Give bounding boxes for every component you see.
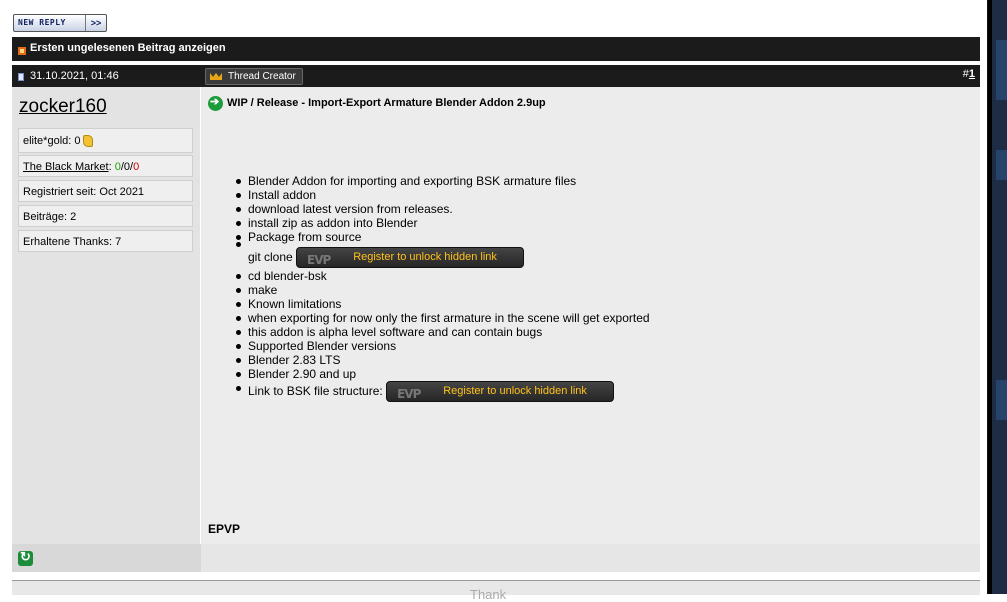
- list-item: Blender 2.83 LTS: [236, 353, 341, 367]
- post-date: 31.10.2021, 01:46: [30, 70, 119, 82]
- list-item: Blender Addon for importing and exportin…: [236, 174, 576, 188]
- username-link[interactable]: zocker160: [19, 96, 107, 118]
- black-market-link[interactable]: The Black Market: [23, 161, 109, 173]
- post-footer: [12, 544, 980, 572]
- list-item: install zip as addon into Blender: [236, 216, 417, 230]
- hidden-link-label: Register to unlock hidden link: [443, 385, 587, 398]
- first-unread-link[interactable]: Ersten ungelesenen Beitrag anzeigen: [30, 42, 226, 54]
- post-header: 31.10.2021, 01:46 Thread Creator #1: [12, 65, 980, 87]
- list-item: download latest version from releases.: [236, 202, 453, 216]
- post-footer-actions: [201, 544, 980, 572]
- list-item: Install addon: [236, 188, 316, 202]
- thanks-count: Erhaltene Thanks: 7: [23, 236, 122, 248]
- post-number-link[interactable]: 1: [969, 68, 975, 80]
- list-item: Supported Blender versions: [236, 339, 396, 353]
- new-reply-label: NEW REPLY: [18, 18, 66, 27]
- arrow-right-icon: [208, 95, 223, 111]
- list-item: Link to BSK file structure: EVP Register…: [236, 381, 615, 403]
- posts-count: Beiträge: 2: [23, 211, 77, 223]
- thanks-label: Thank: [470, 587, 507, 602]
- post-content: WIP / Release - Import-Export Armature B…: [201, 87, 980, 544]
- epvp-logo: EVP: [307, 253, 331, 268]
- first-unread-bar[interactable]: Ersten ungelesenen Beitrag anzeigen: [12, 37, 980, 61]
- git-clone-text: git clone: [248, 250, 293, 264]
- post-icon: [18, 73, 24, 81]
- post-title: WIP / Release - Import-Export Armature B…: [227, 97, 546, 109]
- list-item: make: [236, 283, 277, 297]
- hidden-link-button[interactable]: EVP Register to unlock hidden link: [386, 381, 615, 403]
- epvp-logo: EVP: [397, 387, 421, 402]
- right-edge-strip: [987, 0, 1007, 594]
- strip-shade: [996, 380, 1007, 420]
- strip-shade: [996, 150, 1007, 180]
- bm-negative: 0: [133, 161, 140, 173]
- post-number: #1: [963, 68, 975, 80]
- elite-gold-box: elite*gold: 0: [18, 128, 193, 153]
- hidden-link-label: Register to unlock hidden link: [353, 251, 497, 264]
- refresh-icon[interactable]: [18, 549, 33, 566]
- registered-box: Registriert seit: Oct 2021: [18, 180, 193, 202]
- thread-creator-label: Thread Creator: [228, 71, 296, 82]
- thread-container: NEW REPLY >> Ersten ungelesenen Beitrag …: [0, 0, 988, 602]
- thanks-bar: Thank: [12, 580, 980, 602]
- unread-icon: [18, 47, 26, 55]
- elite-gold-text: elite*gold: 0: [23, 135, 81, 147]
- gold-coin-icon: [82, 135, 93, 147]
- thread-creator-badge: Thread Creator: [205, 68, 303, 85]
- list-item: when exporting for now only the first ar…: [236, 311, 650, 325]
- strip-shade: [996, 40, 1007, 100]
- chevron-right-icon: >>: [85, 15, 106, 31]
- list-item: this addon is alpha level software and c…: [236, 325, 542, 339]
- user-info-panel: zocker160 elite*gold: 0 The Black Market…: [12, 87, 201, 544]
- list-item: cd blender-bsk: [236, 269, 327, 283]
- crown-icon: [210, 73, 222, 80]
- bsk-link-text: Link to BSK file structure:: [248, 384, 383, 398]
- thanks-box: Erhaltene Thanks: 7: [18, 230, 193, 252]
- hidden-link-button[interactable]: EVP Register to unlock hidden link: [296, 247, 525, 269]
- posts-box: Beiträge: 2: [18, 205, 193, 227]
- registered-text: Registriert seit: Oct 2021: [23, 186, 145, 198]
- list-item: Blender 2.90 and up: [236, 367, 356, 381]
- black-market-box: The Black Market: 0/0/0: [18, 155, 193, 177]
- list-item: Known limitations: [236, 297, 341, 311]
- signature: EPVP: [208, 522, 241, 536]
- new-reply-button[interactable]: NEW REPLY >>: [13, 14, 107, 32]
